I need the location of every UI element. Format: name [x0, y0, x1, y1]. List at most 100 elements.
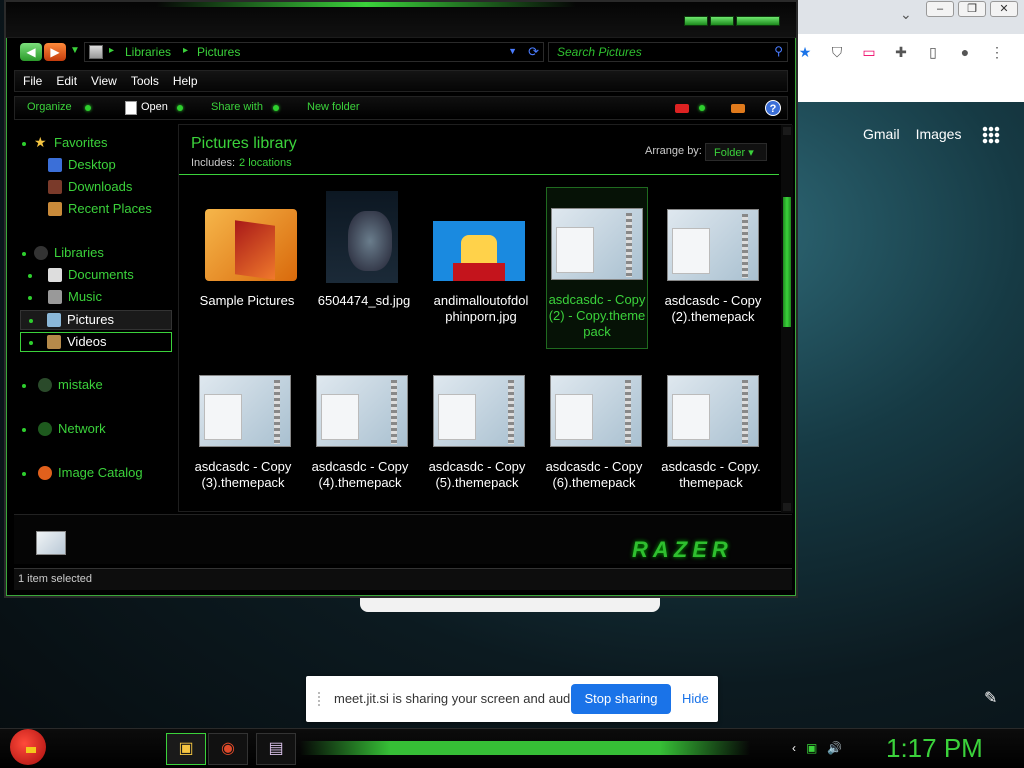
nav-pictures[interactable]: Pictures: [20, 310, 172, 330]
expand-bullet-icon[interactable]: [22, 142, 26, 146]
hide-button[interactable]: Hide: [682, 691, 709, 706]
nav-videos[interactable]: Videos: [20, 332, 172, 352]
search-input[interactable]: Search Pictures: [557, 45, 642, 59]
breadcrumb-arrow-icon[interactable]: ▸: [109, 45, 114, 56]
locations-link[interactable]: 2 locations: [239, 157, 292, 169]
menu-kebab-icon[interactable]: ⋮: [988, 43, 1006, 61]
file-item[interactable]: asdcasdc - Copy (2).themepack: [663, 189, 763, 349]
minimize-button[interactable]: [684, 16, 708, 26]
start-button[interactable]: [10, 729, 46, 765]
menu-tools[interactable]: Tools: [123, 74, 165, 88]
breadcrumb-arrow-icon[interactable]: ▸: [183, 45, 188, 56]
refresh-icon[interactable]: ⟳: [528, 44, 539, 60]
google-apps-icon[interactable]: [982, 126, 1000, 144]
taskbar-explorer[interactable]: ▣: [166, 733, 206, 765]
close-button[interactable]: [736, 16, 780, 26]
scroll-down-icon[interactable]: [783, 503, 791, 511]
nav-libraries[interactable]: Libraries: [22, 244, 162, 264]
includes-label: Includes:: [191, 157, 236, 169]
taskbar-paint[interactable]: ▤: [256, 733, 296, 765]
volume-icon[interactable]: 🔊: [827, 741, 842, 755]
menu-help[interactable]: Help: [165, 74, 204, 88]
clock[interactable]: 1:17 PM: [886, 733, 983, 764]
file-item[interactable]: Sample Pictures: [197, 189, 297, 349]
expand-bullet-icon[interactable]: [22, 384, 26, 388]
network-tray-icon[interactable]: ▣: [806, 741, 817, 755]
nav-recent-places[interactable]: Recent Places: [42, 200, 172, 220]
nav-documents[interactable]: Documents: [28, 266, 168, 286]
extension-icon[interactable]: ▭: [860, 43, 878, 61]
file-item[interactable]: asdcasdc - Copy (2) - Copy.themepack: [546, 187, 648, 349]
nav-image-catalog[interactable]: Image Catalog: [22, 464, 172, 484]
search-box[interactable]: Search Pictures ⚲: [548, 42, 788, 62]
back-button[interactable]: ◀: [20, 43, 42, 61]
stop-sharing-button[interactable]: Stop sharing: [571, 684, 671, 714]
show-hidden-icons-icon[interactable]: ‹: [792, 741, 796, 755]
minimize-button[interactable]: –: [926, 1, 954, 17]
nav-mistake[interactable]: mistake: [22, 376, 162, 396]
new-folder-button[interactable]: New folder: [307, 101, 360, 113]
file-item[interactable]: asdcasdc - Copy (6).themepack: [544, 355, 644, 515]
side-panel-icon[interactable]: ▯: [924, 43, 942, 61]
breadcrumb-pictures[interactable]: Pictures: [197, 45, 240, 59]
edit-pencil-icon[interactable]: ✎: [984, 688, 997, 708]
scrollbar-thumb[interactable]: [783, 197, 791, 327]
open-file-icon: [125, 101, 137, 115]
tab-search-chevron-icon[interactable]: ⌄: [900, 6, 912, 23]
expand-bullet-icon[interactable]: [29, 341, 33, 345]
expand-bullet-icon[interactable]: [22, 428, 26, 432]
help-icon[interactable]: ?: [765, 100, 781, 116]
expand-bullet-icon[interactable]: [22, 472, 26, 476]
maximize-button[interactable]: [710, 16, 734, 26]
open-button[interactable]: Open: [141, 101, 168, 113]
arrange-by-dropdown[interactable]: Folder ▾: [705, 143, 767, 161]
drag-handle-icon[interactable]: [318, 692, 324, 706]
search-icon[interactable]: ⚲: [774, 44, 783, 58]
vertical-scrollbar[interactable]: [781, 125, 793, 513]
expand-bullet-icon[interactable]: [28, 296, 32, 300]
breadcrumb-libraries[interactable]: Libraries: [125, 45, 171, 59]
title-bar[interactable]: [6, 2, 796, 38]
file-name: Sample Pictures: [199, 293, 295, 308]
taskbar-chrome[interactable]: ◉: [208, 733, 248, 765]
address-bar[interactable]: ▸ Libraries ▸ Pictures ▼ ⟳: [84, 42, 544, 62]
gmail-link[interactable]: Gmail: [863, 126, 900, 142]
menu-edit[interactable]: Edit: [48, 74, 83, 88]
file-name: asdcasdc - Copy (3).themepack: [194, 459, 292, 490]
ublock-extension-icon[interactable]: ⛉: [828, 43, 846, 61]
file-item[interactable]: asdcasdc - Copy (3).themepack: [193, 355, 293, 515]
menu-view[interactable]: View: [83, 74, 123, 88]
nav-favorites[interactable]: ★ Favorites: [22, 134, 162, 154]
nav-downloads[interactable]: Downloads: [42, 178, 162, 198]
address-dropdown-icon[interactable]: ▼: [508, 46, 517, 56]
nav-music[interactable]: Music: [28, 288, 168, 308]
profile-avatar-icon[interactable]: ●: [956, 43, 974, 61]
folder-icon: ▣: [178, 740, 194, 757]
file-item[interactable]: andimalloutofdolphinporn.jpg: [431, 189, 531, 349]
preview-pane-icon[interactable]: [731, 104, 745, 113]
expand-bullet-icon[interactable]: [28, 274, 32, 278]
puzzle-extensions-icon[interactable]: ✚: [892, 43, 910, 61]
organize-button[interactable]: Organize: [27, 101, 72, 113]
images-link[interactable]: Images: [916, 126, 962, 142]
folder-picture: [235, 220, 275, 280]
nav-network[interactable]: Network: [22, 420, 162, 440]
file-item[interactable]: 6504474_sd.jpg: [314, 189, 414, 349]
expand-bullet-icon[interactable]: [22, 252, 26, 256]
bookmark-star-icon[interactable]: ★: [796, 43, 814, 61]
restore-button[interactable]: ❐: [958, 1, 986, 17]
taskbar: ▣ ◉ ▤ ‹ ▣ 🔊 1:17 PM: [0, 728, 1024, 768]
file-item[interactable]: asdcasdc - Copy (4).themepack: [310, 355, 410, 515]
library-title: Pictures library: [191, 135, 297, 152]
file-item[interactable]: asdcasdc - Copy (5).themepack: [427, 355, 527, 515]
forward-button[interactable]: ▶: [44, 43, 66, 61]
share-with-button[interactable]: Share with: [211, 101, 263, 113]
expand-bullet-icon[interactable]: [29, 319, 33, 323]
menu-file[interactable]: File: [15, 74, 48, 88]
view-options-icon[interactable]: [675, 104, 689, 113]
close-button[interactable]: ✕: [990, 1, 1018, 17]
file-item[interactable]: asdcasdc - Copy.themepack: [661, 355, 761, 515]
scroll-up-icon[interactable]: [783, 127, 791, 135]
nav-desktop[interactable]: Desktop: [42, 156, 162, 176]
recent-pages-dropdown-icon[interactable]: ▼: [70, 45, 80, 56]
